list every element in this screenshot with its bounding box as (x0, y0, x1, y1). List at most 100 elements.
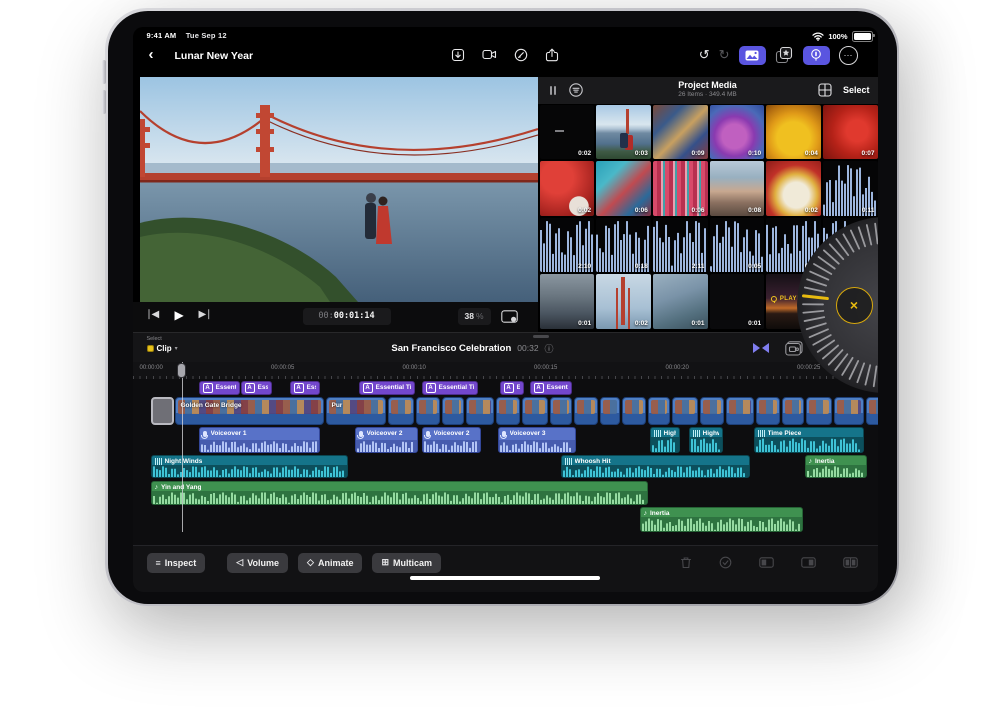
media-thumbnail[interactable]: 0:05 (709, 217, 765, 272)
timeline-clip[interactable] (573, 396, 598, 425)
timeline-clip-ess[interactable]: AEss (240, 380, 272, 395)
timeline-clip-essential-titl[interactable]: AEssential Titl (421, 380, 478, 395)
media-thumbnail[interactable]: 0:18 (596, 217, 651, 272)
panel-resize-handle[interactable] (532, 334, 549, 338)
filter-icon[interactable] (568, 82, 584, 103)
import-icon[interactable] (451, 48, 465, 62)
timeline-clip-time-piece[interactable]: Time Piece (753, 426, 864, 453)
media-thumbnail[interactable]: 0:02 (596, 274, 651, 329)
timeline-clip[interactable] (599, 396, 620, 425)
project-title: Lunar New Year (174, 49, 254, 62)
timeline-clip-voiceover-2[interactable]: Voiceover 2 (354, 426, 418, 453)
trim-start-icon[interactable] (758, 556, 774, 568)
timeline-clip[interactable] (150, 396, 174, 425)
back-button[interactable]: ‹ (149, 46, 154, 63)
timeline-clip-voiceover-3[interactable]: Voiceover 3 (497, 426, 576, 453)
timeline-clip-essentia[interactable]: AEssentia (529, 380, 572, 395)
timeline-clip[interactable] (865, 396, 878, 425)
timeline-clip-voiceover-2[interactable]: Voiceover 2 (421, 426, 481, 453)
playhead-line[interactable] (181, 361, 183, 532)
viewer-overlay-icon[interactable] (500, 309, 518, 328)
media-thumbnail[interactable]: 0:08 (709, 161, 765, 216)
media-thumbnail[interactable]: 0:01 (709, 274, 765, 329)
timeline-clip[interactable] (647, 396, 670, 425)
zoom-level[interactable]: 38% (457, 307, 491, 325)
skip-back-icon[interactable]: ∣◀ (147, 309, 160, 320)
draw-icon[interactable] (514, 48, 528, 62)
jog-wheel-close-button[interactable]: × (835, 286, 873, 324)
timeline-clip[interactable] (415, 396, 440, 425)
multicam-button[interactable]: ⊞ Multicam (372, 552, 442, 573)
timeline-clip[interactable] (621, 396, 646, 425)
timeline-clip[interactable] (671, 396, 698, 425)
inspect-button[interactable]: ≡ Inspect (146, 552, 206, 573)
select-button[interactable]: Select (843, 85, 870, 95)
pause-icon[interactable] (549, 85, 556, 95)
timeline-clip[interactable] (833, 396, 864, 425)
media-thumbnail[interactable]: 0:02 (539, 161, 595, 216)
split-clip-icon[interactable] (842, 556, 858, 568)
media-thumbnail[interactable]: 0:07 (822, 104, 878, 159)
timeline-clip-high[interactable]: High (649, 426, 680, 453)
media-thumbnail[interactable]: 0:01 (539, 274, 595, 329)
animate-button[interactable]: ◇ Animate (298, 552, 363, 573)
timeline-clip-golden-gate-bridge[interactable]: Golden Gate Bridge (174, 396, 324, 425)
share-icon[interactable] (545, 47, 559, 62)
timeline-clip-inertia[interactable]: ♪ Inertia (639, 506, 803, 532)
volume-button[interactable]: ◁ Volume (227, 552, 289, 573)
timeline-clip[interactable] (441, 396, 464, 425)
video-viewer[interactable] (139, 76, 538, 302)
effects-button[interactable] (775, 46, 794, 65)
timeline-clip[interactable] (725, 396, 754, 425)
timeline-clip-es[interactable]: AEs (499, 380, 524, 395)
more-icon[interactable]: ⋯ (838, 45, 858, 65)
timeline-clip-night-winds[interactable]: Night Winds (150, 454, 348, 478)
media-thumbnail[interactable]: 0:04 (766, 104, 821, 159)
timeline-clip-inertia[interactable]: ♪ Inertia (804, 454, 867, 478)
timeline-clip[interactable] (495, 396, 520, 425)
timeline-clip-ess[interactable]: AEss (289, 380, 320, 395)
timeline-clip-pur[interactable]: Pur (325, 396, 386, 425)
play-icon[interactable]: ▶ (175, 308, 184, 322)
timeline-clip[interactable] (521, 396, 548, 425)
timeline-duration: 00:32 (517, 343, 539, 353)
timeline-clip-highwa[interactable]: Highwa (688, 426, 723, 453)
media-thumbnail[interactable]: 0:03 (596, 104, 651, 159)
timeline-clip[interactable] (805, 396, 832, 425)
timeline-clip-whoosh-hit[interactable]: Whoosh Hit (560, 454, 750, 478)
trash-icon[interactable] (680, 556, 692, 569)
timeline-clip[interactable] (387, 396, 414, 425)
playhead-handle[interactable] (177, 362, 186, 378)
timecode-display: 00: 00:01:14 (302, 307, 391, 325)
timeline-clip[interactable] (699, 396, 724, 425)
filmstrip-thumbnails (498, 399, 517, 414)
jog-wheel-toggle-button[interactable] (802, 45, 830, 65)
media-thumbnail[interactable]: 0:09 (652, 104, 708, 159)
timeline-clip[interactable] (755, 396, 780, 425)
info-icon[interactable]: ⓘ (545, 342, 554, 355)
timeline-clip-voiceover-1[interactable]: Voiceover 1 (198, 426, 320, 453)
media-thumbnail[interactable]: 0:06 (596, 161, 651, 216)
trim-end-icon[interactable] (800, 556, 816, 568)
timeline-clip-essentia[interactable]: AEssentia (198, 380, 240, 395)
check-circle-icon[interactable] (719, 556, 732, 569)
media-thumbnail[interactable]: 0:01 (652, 274, 708, 329)
skip-forward-icon[interactable]: ▶∣ (199, 309, 212, 320)
camera-icon[interactable] (481, 49, 497, 60)
media-thumbnail[interactable]: 0:02 (539, 104, 595, 159)
media-thumbnail[interactable]: 0:10 (709, 104, 765, 159)
timeline-clip-yin-and-yang[interactable]: ♪ Yin and Yang (150, 480, 648, 505)
grid-view-icon[interactable] (817, 82, 832, 102)
media-thumbnail[interactable]: 0:06 (652, 161, 708, 216)
media-browser-button[interactable] (738, 45, 766, 65)
media-thumbnail[interactable]: 2:11 (652, 217, 708, 272)
media-thumbnail[interactable]: 2:10 (539, 217, 595, 272)
undo-icon[interactable]: ↺ (699, 48, 710, 62)
timeline-clip[interactable] (465, 396, 494, 425)
tool-selector[interactable]: Select Clip ▾ (146, 336, 178, 353)
timeline-clip[interactable] (781, 396, 804, 425)
redo-icon[interactable]: ↻ (719, 48, 730, 62)
timeline-clip[interactable] (549, 396, 572, 425)
home-indicator[interactable] (409, 575, 600, 580)
timeline-clip-essential-titl[interactable]: AEssential Titl (358, 380, 415, 395)
